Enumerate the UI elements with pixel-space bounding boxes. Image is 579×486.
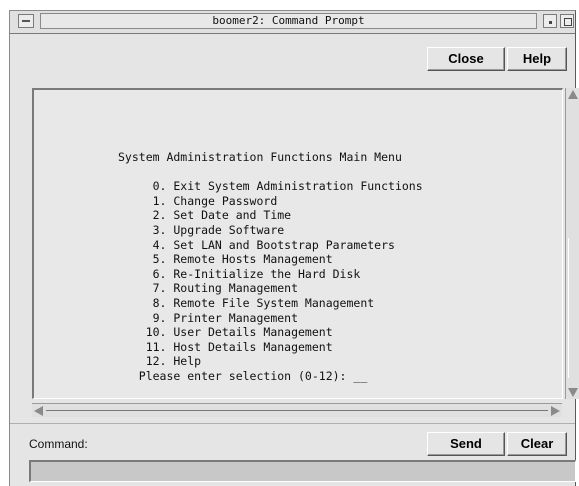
window-menu-icon[interactable] [18,14,34,28]
scroll-thumb[interactable] [568,238,579,378]
maximize-icon[interactable] [560,14,574,28]
close-button[interactable]: Close [427,47,505,71]
command-input[interactable] [29,460,576,482]
scroll-right-arrow-icon[interactable] [551,406,560,416]
terminal-output[interactable]: System Administration Functions Main Men… [32,88,563,399]
clear-button[interactable]: Clear [507,432,567,456]
help-button[interactable]: Help [507,47,567,71]
scroll-left-arrow-icon[interactable] [34,406,43,416]
minimize-icon[interactable] [543,14,557,28]
window-title: boomer2: Command Prompt [40,13,537,29]
scroll-up-arrow-icon[interactable] [568,90,578,99]
title-bar: boomer2: Command Prompt [10,11,575,34]
divider [10,423,575,424]
command-label: Command: [29,437,88,451]
window: boomer2: Command Prompt Close Help Syste… [9,10,579,486]
horizontal-scrollbar[interactable] [32,403,562,417]
vertical-scrollbar[interactable] [565,88,579,399]
menu-text: System Administration Functions Main Men… [118,150,423,383]
scroll-track[interactable] [46,410,548,411]
scroll-down-arrow-icon[interactable] [568,388,578,397]
send-button[interactable]: Send [427,432,505,456]
